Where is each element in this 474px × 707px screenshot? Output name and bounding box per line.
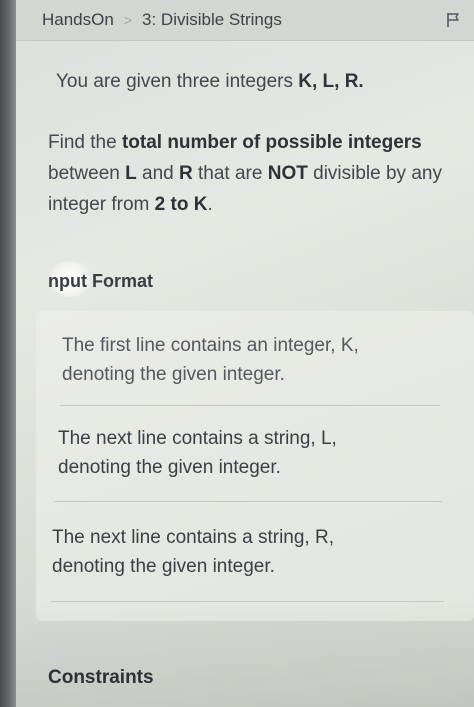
- task-bold-range: 2 to K: [154, 194, 208, 215]
- breadcrumb-root[interactable]: HandsOn: [42, 10, 114, 30]
- format-item-line: denoting the given integer.: [62, 364, 285, 385]
- intro-paragraph: You are given three integers K, L, R.: [56, 71, 364, 93]
- task-paragraph: Find the total number of possible intege…: [48, 127, 458, 220]
- breadcrumb-separator: >: [123, 12, 133, 28]
- problem-content: You are given three integers K, L, R. Fi…: [16, 41, 474, 707]
- input-format-title: nput Format: [48, 271, 153, 291]
- constraints-title: Constraints: [48, 667, 154, 688]
- format-item: The next line contains a string, L, deno…: [58, 424, 337, 482]
- format-divider: [50, 601, 444, 602]
- task-bold-l: L: [125, 163, 137, 184]
- task-bold-not: NOT: [267, 163, 308, 184]
- task-bold-phrase: total number of possible integers: [121, 132, 422, 153]
- task-text-between: between: [48, 163, 126, 184]
- device-bezel: [0, 0, 16, 707]
- format-item: The next line contains a string, R, deno…: [52, 523, 334, 581]
- problem-title: 3: Divisible Strings: [142, 10, 282, 29]
- format-item-line: The next line contains a string, L,: [58, 428, 337, 449]
- screen: HandsOn > 3: Divisible Strings You are g…: [0, 0, 474, 707]
- flag-icon[interactable]: [446, 12, 460, 28]
- format-item-line: denoting the given integer.: [58, 457, 281, 478]
- format-divider: [60, 405, 440, 406]
- task-text-end: .: [207, 194, 213, 215]
- intro-text: You are given three integers: [56, 71, 299, 92]
- header-bar: HandsOn > 3: Divisible Strings: [16, 0, 474, 41]
- format-item-line: The next line contains a string, R,: [52, 527, 334, 548]
- intro-variables: K, L, R.: [298, 71, 364, 92]
- task-bold-r: R: [179, 163, 193, 184]
- task-text-and: and: [136, 163, 179, 184]
- task-text-that-are: that are: [192, 163, 268, 184]
- format-item-line: The first line contains an integer, K,: [62, 335, 359, 356]
- format-item-line: denoting the given integer.: [52, 556, 275, 577]
- format-divider: [54, 501, 442, 502]
- task-text-start: Find the: [48, 132, 122, 153]
- format-item: The first line contains an integer, K, d…: [62, 331, 359, 389]
